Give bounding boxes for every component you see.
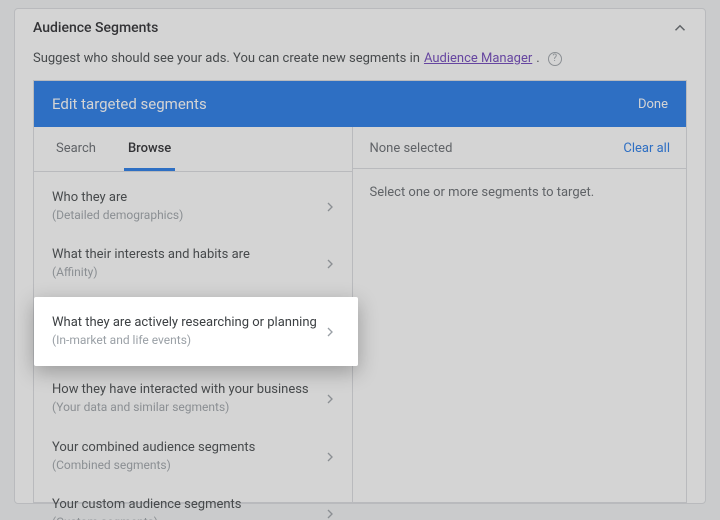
selection-empty-hint: Select one or more segments to target.	[353, 169, 686, 216]
category-interests-habits[interactable]: What their interests and habits are (Aff…	[34, 235, 352, 292]
category-combined[interactable]: Your combined audience segments (Combine…	[34, 428, 352, 485]
subheading: Suggest who should see your ads. You can…	[15, 47, 705, 80]
done-button[interactable]: Done	[638, 97, 668, 112]
help-icon[interactable]: ?	[548, 52, 562, 66]
selection-header: None selected Clear all	[353, 127, 686, 169]
tab-browse[interactable]: Browse	[124, 127, 175, 171]
editor-header: Edit targeted segments Done	[34, 81, 686, 127]
subhead-text-a: Suggest who should see your ads. You can…	[33, 51, 420, 66]
chevron-right-icon	[322, 324, 338, 340]
selection-pane: None selected Clear all Select one or mo…	[353, 127, 686, 502]
browse-pane: Search Browse Who they are (Detailed dem…	[34, 127, 353, 502]
category-subtitle: (Detailed demographics)	[52, 208, 183, 224]
collapse-icon[interactable]	[671, 19, 689, 37]
chevron-right-icon	[322, 256, 338, 272]
chevron-right-icon	[322, 391, 338, 407]
segments-editor: Edit targeted segments Done Search Brows…	[33, 80, 687, 503]
chevron-right-icon	[322, 199, 338, 215]
category-who-they-are[interactable]: Who they are (Detailed demographics)	[34, 178, 352, 235]
category-subtitle: (Your data and similar segments)	[52, 400, 309, 416]
category-list: Who they are (Detailed demographics) Wha…	[34, 172, 352, 520]
category-subtitle: (Custom segments)	[52, 515, 242, 520]
category-title: What they are actively researching or pl…	[52, 315, 317, 332]
audience-manager-link[interactable]: Audience Manager	[424, 51, 532, 66]
clear-all-button[interactable]: Clear all	[623, 141, 670, 156]
tabs: Search Browse	[34, 127, 352, 172]
category-your-data[interactable]: How they have interacted with your busin…	[34, 370, 352, 427]
category-title: How they have interacted with your busin…	[52, 382, 309, 399]
category-subtitle: (In-market and life events)	[52, 333, 317, 349]
tab-search[interactable]: Search	[52, 127, 100, 171]
chevron-right-icon	[322, 449, 338, 465]
card-header: Audience Segments	[15, 9, 705, 47]
card-title: Audience Segments	[33, 20, 158, 36]
category-title: Your combined audience segments	[52, 440, 255, 457]
category-subtitle: (Combined segments)	[52, 458, 255, 474]
audience-segments-card: Audience Segments Suggest who should see…	[14, 8, 706, 504]
category-in-market[interactable]: What they are actively researching or pl…	[34, 297, 358, 366]
editor-title: Edit targeted segments	[52, 95, 207, 113]
selection-count: None selected	[369, 141, 452, 156]
chevron-right-icon	[322, 506, 338, 520]
category-title: What their interests and habits are	[52, 247, 250, 264]
subhead-text-b: .	[536, 51, 539, 66]
category-custom[interactable]: Your custom audience segments (Custom se…	[34, 485, 352, 520]
category-subtitle: (Affinity)	[52, 265, 250, 281]
category-title: Who they are	[52, 190, 183, 207]
category-title: Your custom audience segments	[52, 497, 242, 514]
editor-body: Search Browse Who they are (Detailed dem…	[34, 127, 686, 502]
